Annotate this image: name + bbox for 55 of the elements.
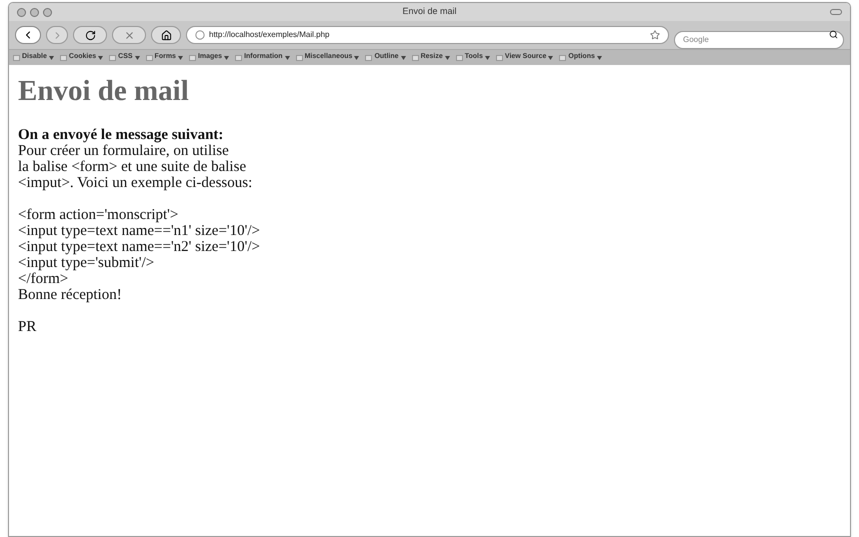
close-icon [124,30,134,40]
page-heading: Envoi de mail [18,74,190,109]
caret-icon [484,56,490,60]
caret-icon [48,56,54,60]
minimize-window-icon[interactable] [30,8,39,16]
message-line: <input type='submit'/> [18,255,156,272]
menu-icon [188,54,196,60]
reload-icon [84,30,96,40]
address-field[interactable]: http://localhost/exemples/Mail.php [186,26,669,44]
site-icon [195,30,205,40]
caret-icon [98,56,104,60]
stop-button[interactable] [112,26,146,44]
caret-icon [178,56,183,60]
caret-icon [224,56,230,60]
menu-icon [412,54,419,60]
search-field[interactable]: Google [674,30,844,48]
menu-icon [109,54,116,60]
message-line: <imput>. Voici un exemple ci-dessous: [18,175,254,192]
menu-icon [146,54,153,60]
menu-icon [456,54,463,60]
message-line: <input type=text name=='n1' size='10'/> [18,223,261,240]
caret-icon [134,56,140,60]
caret-icon [354,56,360,60]
menu-icon [60,54,67,60]
menu-icon [496,54,503,60]
menu-icon [13,54,20,60]
url-text: http://localhost/exemples/Mail.php [209,29,330,41]
intro-text: On a envoyé le message suivant: [18,127,224,144]
message-line: PR [18,319,38,336]
back-button[interactable] [15,26,41,44]
menu-icon [559,54,566,60]
menu-icon [235,54,242,60]
message-line: Bonne réception! [18,287,123,304]
forward-button[interactable] [46,26,68,44]
toolbar-toggle-icon[interactable] [830,9,842,15]
message-line: <form action='monscript'> [18,207,180,224]
caret-icon [444,56,450,60]
caret-icon [284,56,290,60]
home-icon [160,30,172,40]
caret-icon [400,56,406,60]
window-title: Envoi de mail [402,5,457,18]
star-icon[interactable] [650,30,660,40]
zoom-window-icon[interactable] [43,8,52,16]
message-line: <input type=text name=='n2' size='10'/> [18,239,261,256]
reload-button[interactable] [73,26,107,44]
message-line: la balise <form> et une suite de balise [18,159,248,176]
caret-icon [548,56,554,60]
message-line: Pour créer un formulaire, on utilise [18,143,230,160]
menu-icon [296,54,303,60]
caret-icon [596,56,602,60]
search-icon [829,30,838,39]
home-button[interactable] [151,26,181,44]
menu-icon [365,54,372,60]
message-line: </form> [18,271,70,288]
close-window-icon[interactable] [17,8,26,16]
